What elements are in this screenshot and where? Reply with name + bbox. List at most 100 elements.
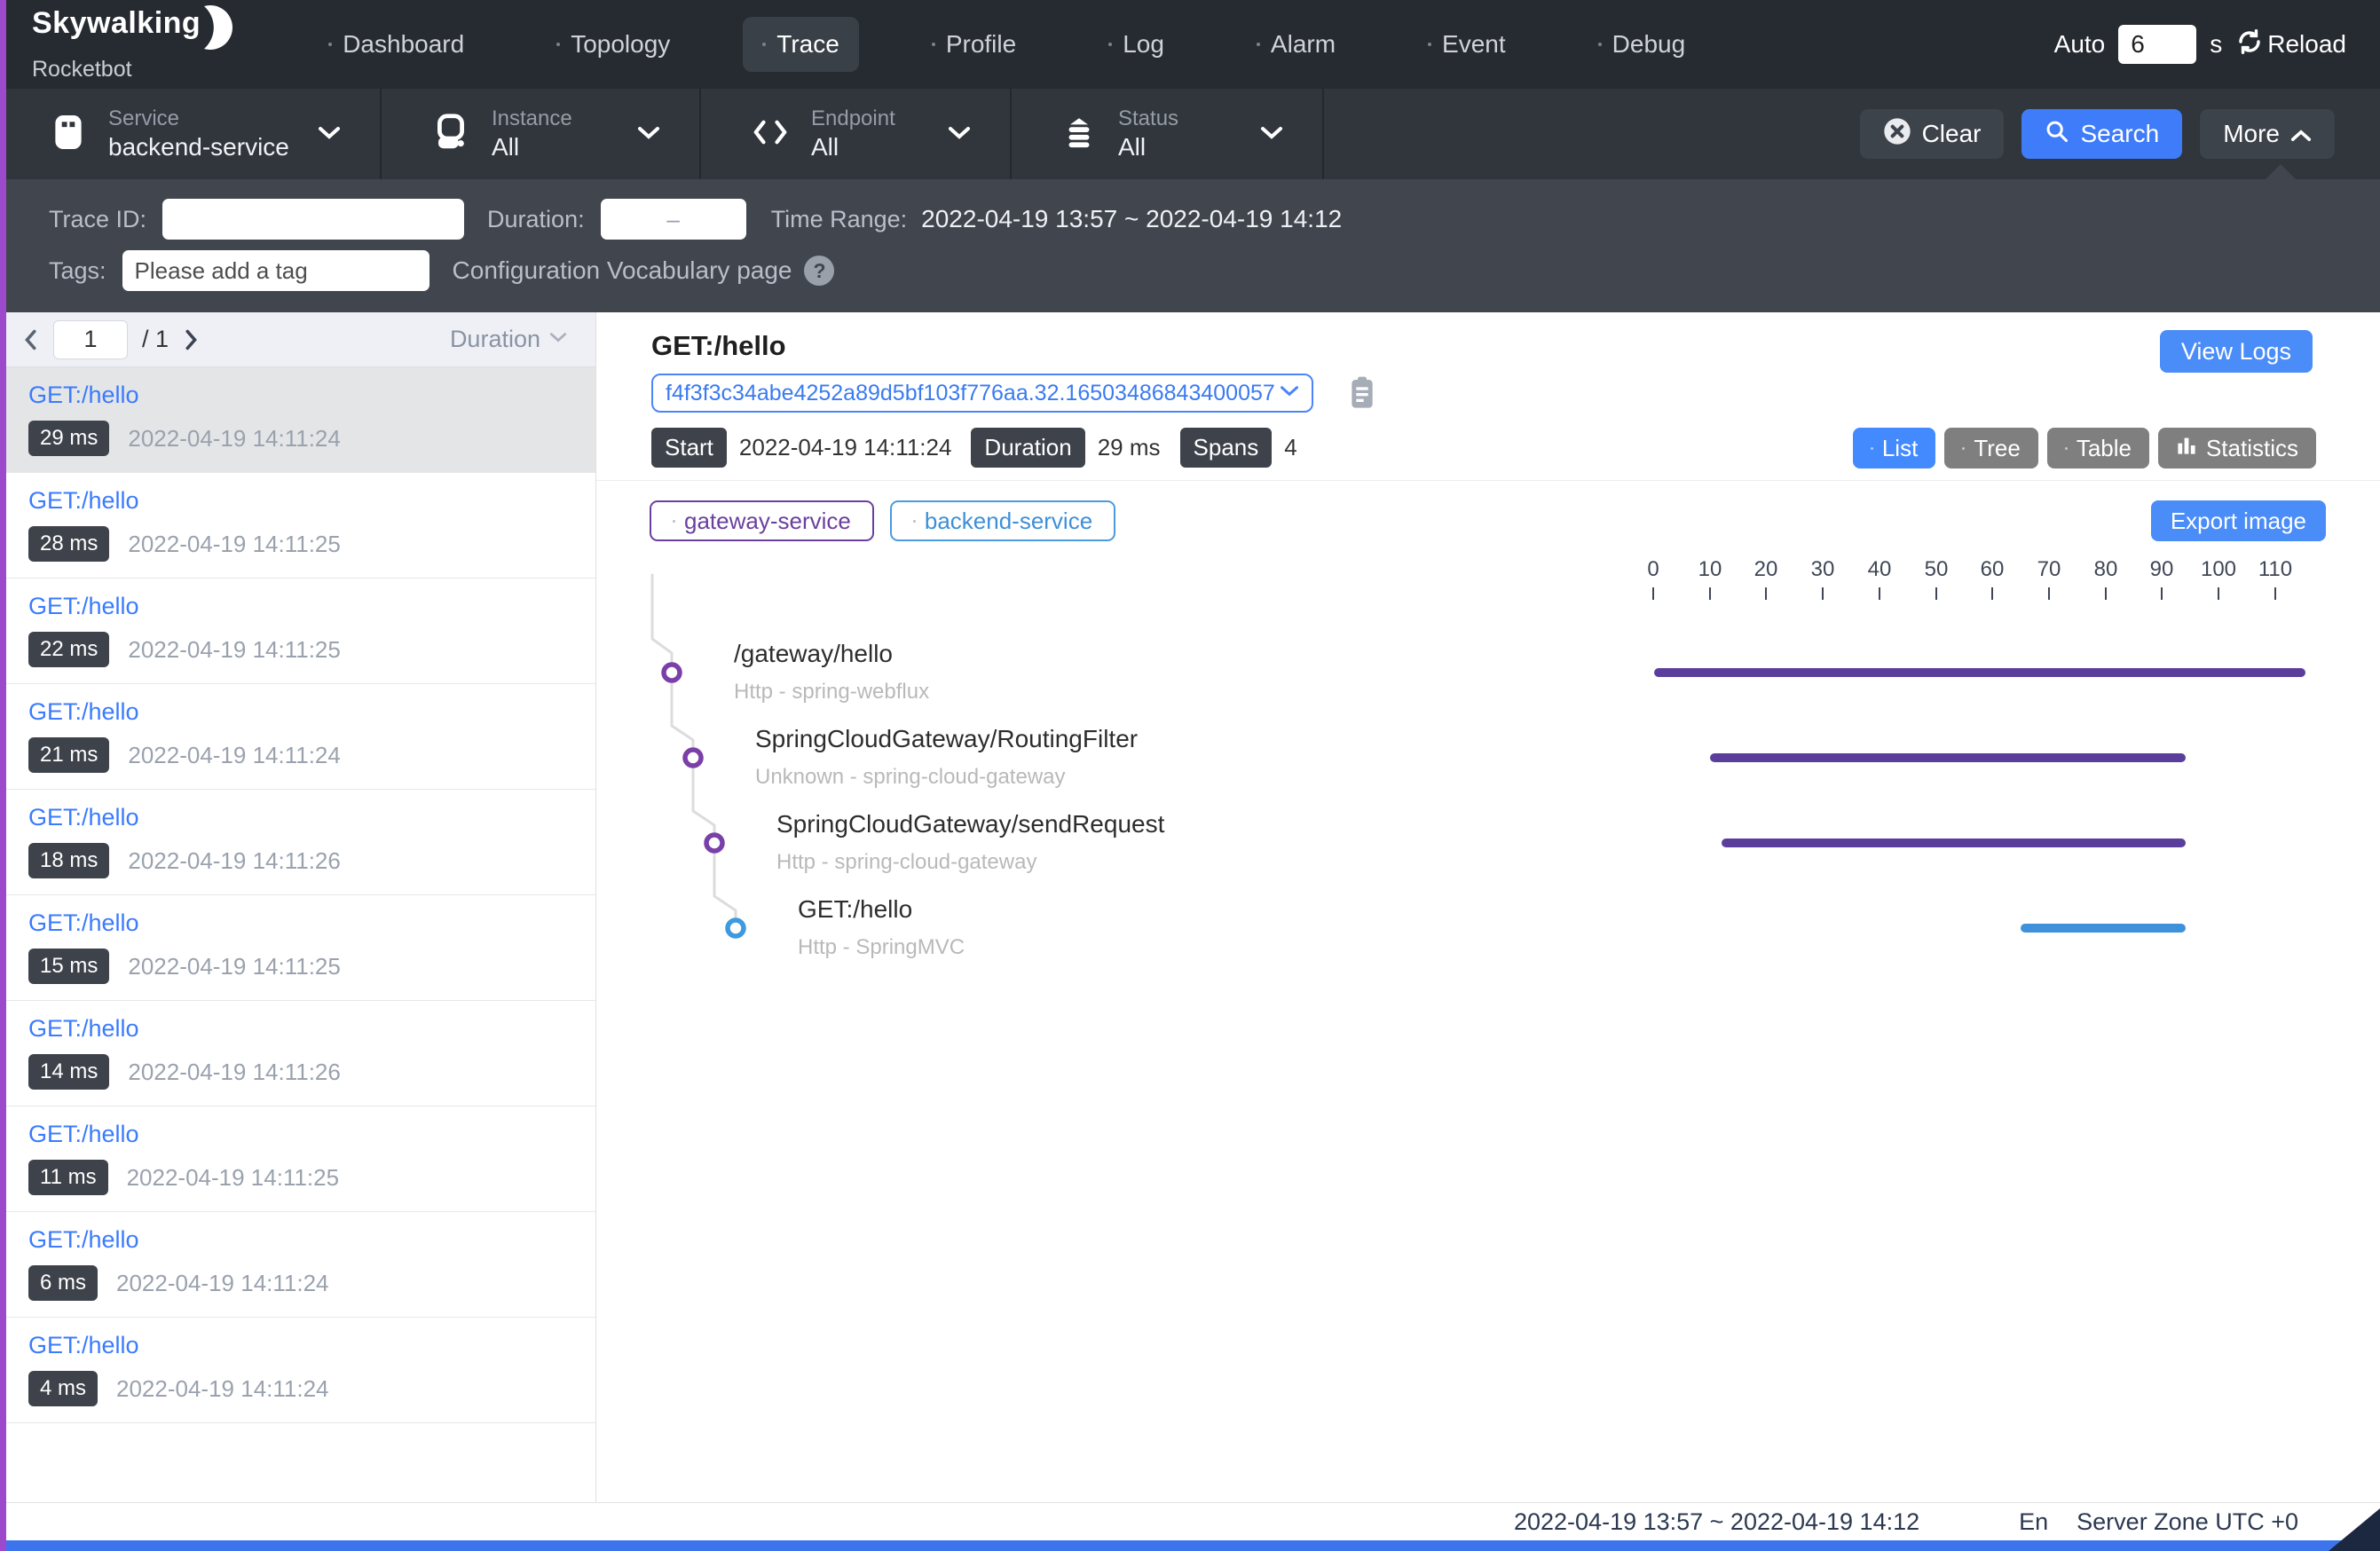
span-tree-connector [596,550,827,967]
nav-item-log[interactable]: Log [1089,17,1184,72]
status-filter[interactable]: Status All [1012,89,1324,179]
app-logo: Skywalking Rocketbot [32,8,232,81]
status-label: Status [1118,106,1178,131]
nav-item-profile[interactable]: Profile [912,17,1036,72]
nav-item-debug[interactable]: Debug [1579,17,1706,72]
span-bar-gateway-hello[interactable] [1654,668,2305,677]
endpoint-filter[interactable]: Endpoint All [701,89,1012,179]
chevron-up-icon [2290,120,2312,148]
span-node [685,750,701,766]
status-icon [1063,114,1095,154]
sort-dropdown[interactable]: Duration [450,326,567,353]
trace-id-input[interactable] [162,199,464,240]
vocabulary-link[interactable]: Configuration Vocabulary page [453,256,792,285]
trace-list-header: / 1 Duration [0,312,595,367]
trace-title: GET:/hello [28,909,595,937]
tab-tree[interactable]: Tree [1944,428,2038,468]
trace-list-item[interactable]: GET:/hello 4 ms2022-04-19 14:11:24 [0,1318,595,1423]
trace-title: GET:/hello [28,487,595,515]
span-bar-routing-filter[interactable] [1710,753,2186,762]
axis-tick: 20 [1739,557,1793,600]
trace-title: GET:/hello [28,698,595,726]
tab-list[interactable]: List [1853,428,1935,468]
spans-badge: Spans [1180,428,1273,468]
trace-time: 2022-04-19 14:11:24 [128,742,341,769]
trace-list-item[interactable]: GET:/hello 21 ms2022-04-19 14:11:24 [0,684,595,790]
trace-list-item[interactable]: GET:/hello 6 ms2022-04-19 14:11:24 [0,1212,595,1318]
reload-icon [2235,28,2264,62]
axis-tick: 80 [2079,557,2132,600]
next-page-icon[interactable] [183,328,201,351]
service-label: Service [108,106,289,131]
trace-list-item[interactable]: GET:/hello 29 ms2022-04-19 14:11:24 [0,367,595,473]
axis-tick: 10 [1683,557,1737,600]
auto-unit-label: s [2210,30,2222,59]
trace-list-item[interactable]: GET:/hello 18 ms2022-04-19 14:11:26 [0,790,595,895]
page-input[interactable] [53,320,128,359]
server-timezone: Server Zone UTC +0 [2077,1508,2298,1536]
trace-time: 2022-04-19 14:11:26 [128,847,341,875]
tab-table[interactable]: Table [2047,428,2149,468]
detail-title: GET:/hello [651,330,2380,362]
crescent-moon-icon [202,4,232,55]
view-logs-button[interactable]: View Logs [2160,330,2313,373]
prev-page-icon[interactable] [21,328,39,351]
corner-resize-triangle [2329,1508,2380,1551]
trace-list-item[interactable]: GET:/hello 14 ms2022-04-19 14:11:26 [0,1001,595,1106]
nav-item-event[interactable]: Event [1408,17,1525,72]
skywalking-app: Skywalking Rocketbot Dashboard Topology … [0,0,2380,1551]
service-tag-gateway[interactable]: gateway-service [650,500,874,541]
instance-filter[interactable]: Instance All [382,89,701,179]
reload-button[interactable]: Reload [2235,28,2346,62]
trace-time: 2022-04-19 14:11:25 [128,531,341,558]
instance-label: Instance [492,106,572,131]
start-badge: Start [651,428,727,468]
trace-title: GET:/hello [28,593,595,620]
trace-detail-panel: GET:/hello View Logs f4f3f3c34abe4252a89… [596,312,2380,1502]
export-image-button[interactable]: Export image [2151,500,2326,541]
trace-list-panel: / 1 Duration GET:/hello 29 ms2022-04-19 … [0,312,596,1502]
tags-label: Tags: [49,257,106,285]
auto-interval-input[interactable] [2118,25,2196,64]
help-icon[interactable]: ? [804,256,834,286]
span-bar-send-request[interactable] [1722,838,2186,847]
clear-button[interactable]: Clear [1860,109,2005,159]
axis-tick: 60 [1966,557,2019,600]
nav-item-topology[interactable]: Topology [537,17,690,72]
span-name: GET:/hello [798,895,912,924]
duration-value: 29 ms [1098,434,1161,461]
trace-list-item[interactable]: GET:/hello 15 ms2022-04-19 14:11:25 [0,895,595,1001]
chevron-down-icon [637,126,660,145]
trace-list-item[interactable]: GET:/hello 28 ms2022-04-19 14:11:25 [0,473,595,579]
service-filter[interactable]: Service backend-service [0,89,382,179]
copy-clipboard-icon[interactable] [1347,375,1377,411]
trace-title: GET:/hello [28,804,595,831]
endpoint-icon [753,119,788,150]
nav-item-trace[interactable]: Trace [743,17,859,72]
span-bar-get-hello[interactable] [2021,924,2186,933]
chevron-down-icon [1260,126,1283,145]
tags-input[interactable] [122,250,430,291]
tab-statistics[interactable]: Statistics [2158,428,2316,468]
nav-item-alarm[interactable]: Alarm [1237,17,1355,72]
duration-badge: Duration [971,428,1084,468]
trace-id-select[interactable]: f4f3f3c34abe4252a89d5bf103f776aa.32.1650… [651,374,1313,413]
trace-title: GET:/hello [28,1332,595,1359]
footer-time-range: 2022-04-19 13:57 ~ 2022-04-19 14:12 [1514,1508,1919,1536]
main-nav: Dashboard Topology Trace Profile Log Ala… [309,17,1705,72]
trace-list-item[interactable]: GET:/hello 11 ms2022-04-19 14:11:25 [0,1106,595,1212]
duration-filter-label: Duration: [487,206,585,233]
axis-tick: 0 [1627,557,1680,600]
duration-badge: 4 ms [28,1371,98,1406]
service-tag-backend[interactable]: backend-service [890,500,1115,541]
duration-input[interactable] [601,199,746,240]
time-range-value[interactable]: 2022-04-19 13:57 ~ 2022-04-19 14:12 [921,205,1342,233]
sort-label: Duration [450,326,540,353]
search-button[interactable]: Search [2021,109,2182,159]
trace-title: GET:/hello [28,382,595,409]
nav-item-dashboard[interactable]: Dashboard [309,17,484,72]
bottom-accent-strip [0,1540,2380,1551]
more-button[interactable]: More [2200,109,2335,159]
trace-list-item[interactable]: GET:/hello 22 ms2022-04-19 14:11:25 [0,579,595,684]
language-switch[interactable]: En [2019,1508,2048,1536]
